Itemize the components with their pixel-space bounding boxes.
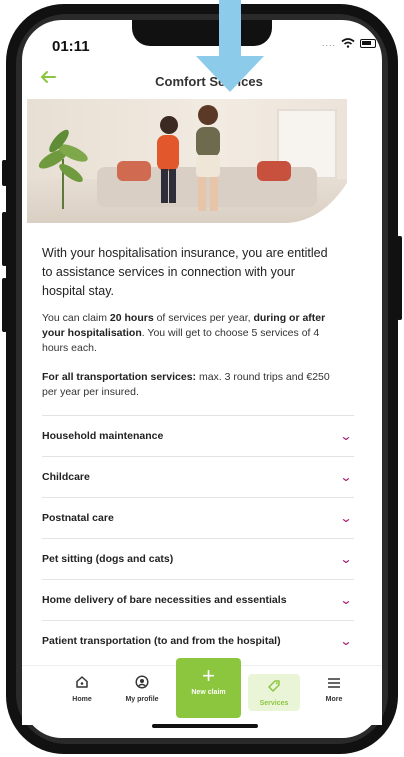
- chevron-down-icon: ⌄: [339, 593, 353, 607]
- accordion-item-patient-transportation[interactable]: Patient transportation (to and from the …: [42, 620, 354, 661]
- new-claim-label: New claim: [191, 689, 226, 696]
- nav-services[interactable]: Services: [248, 674, 300, 711]
- home-icon: [52, 674, 112, 694]
- nav-services-label: Services: [259, 700, 289, 707]
- accordion-label: Household maintenance: [42, 430, 164, 442]
- services-accordion: Household maintenance ⌄ Childcare ⌄ Post…: [42, 415, 354, 661]
- power-button: [397, 236, 402, 320]
- intro-section: With your hospitalisation insurance, you…: [42, 244, 340, 400]
- accordion-label: Home delivery of bare necessities and es…: [42, 594, 287, 606]
- chevron-down-icon: ⌄: [339, 511, 353, 525]
- wifi-icon: [341, 38, 355, 48]
- nav-more-label: More: [325, 696, 343, 703]
- user-icon: [112, 674, 172, 694]
- accordion-label: Pet sitting (dogs and cats): [42, 553, 174, 565]
- transport-text: For all transportation services: max. 3 …: [42, 371, 330, 398]
- intro-text: With your hospitalisation insurance, you…: [42, 246, 328, 298]
- back-button[interactable]: [40, 68, 56, 89]
- accordion-item-home-delivery[interactable]: Home delivery of bare necessities and es…: [42, 579, 354, 620]
- home-indicator: [152, 724, 258, 728]
- accordion-item-household-maintenance[interactable]: Household maintenance ⌄: [42, 415, 354, 456]
- battery-icon: [360, 38, 376, 48]
- nav-home[interactable]: Home: [52, 674, 112, 703]
- claim-hours-text: You can claim 20 hours of services per y…: [42, 312, 326, 354]
- chevron-down-icon: ⌄: [339, 634, 353, 648]
- arrow-left-icon: [41, 71, 56, 83]
- accordion-item-postnatal-care[interactable]: Postnatal care ⌄: [42, 497, 354, 538]
- nav-more[interactable]: More: [304, 674, 364, 703]
- menu-icon: [304, 674, 364, 694]
- chevron-down-icon: ⌄: [339, 552, 353, 566]
- accordion-item-childcare[interactable]: Childcare ⌄: [42, 456, 354, 497]
- tag-icon: [248, 678, 300, 698]
- nav-profile-label: My profile: [125, 696, 159, 703]
- chevron-down-icon: ⌄: [339, 429, 353, 443]
- new-claim-button[interactable]: + New claim: [176, 658, 241, 718]
- plus-icon: +: [202, 663, 215, 688]
- arrow-down-icon: [196, 0, 264, 92]
- status-icons: ....: [322, 38, 376, 48]
- status-time: 01:11: [52, 38, 90, 55]
- accordion-item-pet-sitting[interactable]: Pet sitting (dogs and cats) ⌄: [42, 538, 354, 579]
- accordion-label: Patient transportation (to and from the …: [42, 635, 281, 647]
- volume-down-button: [2, 278, 7, 332]
- hero-image: [27, 99, 347, 223]
- accordion-label: Postnatal care: [42, 512, 114, 524]
- nav-services-highlight: Services: [248, 674, 300, 711]
- volume-up-button: [2, 212, 7, 266]
- chevron-down-icon: ⌄: [339, 470, 353, 484]
- nav-home-label: Home: [72, 696, 92, 703]
- nav-my-profile[interactable]: My profile: [112, 674, 172, 703]
- accordion-label: Childcare: [42, 471, 90, 483]
- signal-dots: ....: [321, 38, 336, 48]
- mute-switch: [2, 160, 7, 186]
